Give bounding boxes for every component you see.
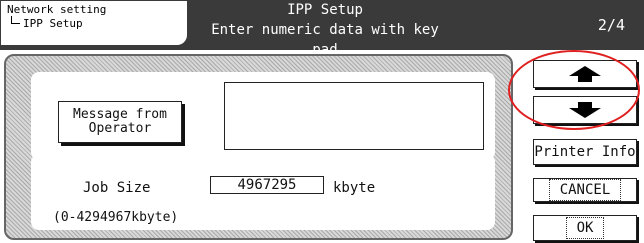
message-button-label: Message from Operator	[73, 107, 167, 136]
page-down-button[interactable]	[533, 96, 637, 124]
job-size-section: Job Size kbyte (0-4294967kbyte)	[31, 154, 495, 230]
down-arrow-icon	[569, 102, 601, 118]
ok-button[interactable]: OK	[533, 215, 637, 241]
breadcrumb-current-row: IPP Setup	[7, 16, 187, 30]
breadcrumb-parent: Network setting	[7, 3, 107, 16]
tree-branch-icon	[11, 16, 20, 24]
cancel-label: CANCEL	[548, 179, 622, 201]
page-indicator: 2/4	[597, 16, 625, 34]
job-size-input[interactable]	[210, 176, 324, 194]
page-title: IPP Setup	[287, 2, 363, 18]
message-from-operator-button[interactable]: Message from Operator	[58, 101, 182, 143]
printer-info-button[interactable]: Printer Info	[533, 139, 637, 165]
job-size-label: Job Size	[83, 180, 151, 196]
breadcrumb-current: IPP Setup	[23, 17, 83, 30]
page-up-button[interactable]	[533, 60, 637, 88]
message-section: Message from Operator	[31, 72, 495, 160]
cancel-button[interactable]: CANCEL	[533, 178, 637, 202]
operator-message-field[interactable]	[224, 82, 484, 150]
settings-panel: Message fromOperator Job Size kbyte (0-4…	[4, 54, 513, 240]
job-size-range: (0-4294967kbyte)	[53, 210, 179, 225]
up-arrow-icon	[569, 66, 601, 82]
header-bar: Network setting IPP Setup IPP Setup Ente…	[0, 0, 644, 58]
ok-label: OK	[565, 217, 605, 239]
breadcrumb: Network setting IPP Setup	[1, 1, 187, 45]
job-size-unit: kbyte	[333, 180, 376, 196]
